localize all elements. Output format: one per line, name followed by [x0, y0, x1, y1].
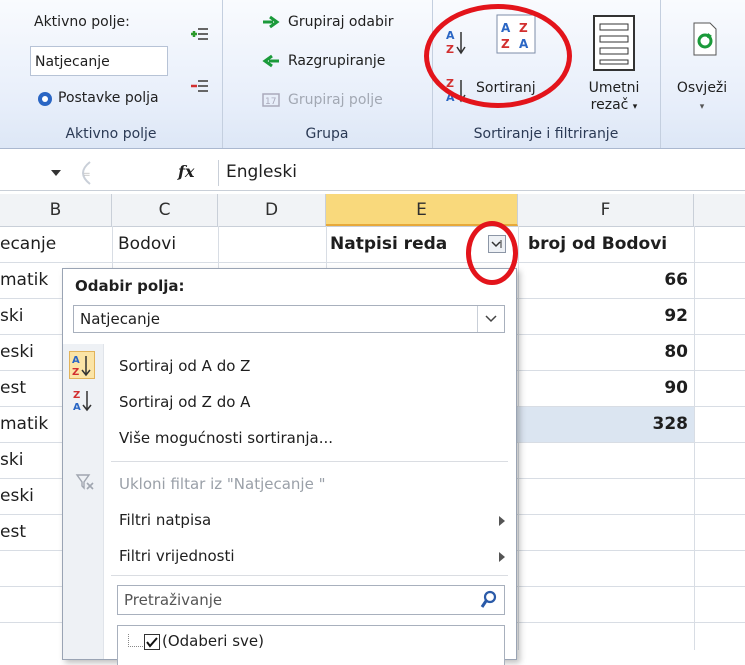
- pivot-value-cell[interactable]: 90: [520, 370, 688, 406]
- fx-icon[interactable]: fx: [178, 162, 194, 181]
- field-settings-button[interactable]: Postavke polja: [58, 90, 159, 106]
- value-filters-menu-item[interactable]: Filtri vrijednosti: [119, 547, 235, 565]
- field-settings-icon[interactable]: [36, 90, 54, 112]
- chevron-down-icon[interactable]: [477, 306, 504, 332]
- cell-b-header[interactable]: ecanje: [0, 226, 56, 262]
- sort-az-menu-item[interactable]: Sortiraj od A do Z: [119, 357, 250, 375]
- group-selection-button[interactable]: Grupiraj odabir: [288, 14, 394, 30]
- field-selection-title: Odabir polja:: [75, 277, 185, 295]
- pivot-sum-header[interactable]: broj od Bodovi: [528, 226, 667, 262]
- refresh-label: Osvježi: [676, 80, 728, 96]
- sort-za-icon: ZA: [71, 387, 95, 417]
- filter-dropdown-panel: Odabir polja: Natjecanje AZ Sortiraj od …: [62, 268, 517, 665]
- svg-text:Z: Z: [72, 367, 79, 378]
- column-header-b[interactable]: B: [0, 194, 112, 226]
- search-input[interactable]: Pretraživanje: [117, 585, 505, 615]
- field-select-value: Natjecanje: [80, 310, 161, 328]
- svg-text:Z: Z: [73, 390, 80, 401]
- arrow-left-icon: [262, 53, 280, 73]
- sort-filter-group-label: Sortiranje i filtriranje: [473, 126, 619, 142]
- column-header-d[interactable]: D: [218, 194, 326, 226]
- select-all-label[interactable]: (Odaberi sve): [162, 632, 264, 650]
- group-field-icon: 17: [262, 92, 280, 112]
- active-field-label: Aktivno polje:: [34, 14, 130, 30]
- pivot-value-cell[interactable]: 66: [520, 262, 688, 298]
- pivot-value-cell[interactable]: 80: [520, 334, 688, 370]
- column-header-f[interactable]: F: [518, 194, 694, 226]
- active-field-input[interactable]: Natjecanje: [30, 46, 168, 76]
- expand-field-icon[interactable]: [190, 26, 210, 48]
- column-header-g[interactable]: [694, 194, 745, 226]
- insert-slicer-label-2: rezač: [590, 97, 629, 113]
- refresh-icon[interactable]: [692, 22, 718, 60]
- cancel-formula-icon: =: [72, 160, 94, 190]
- refresh-button[interactable]: Osvježi ▾: [666, 80, 738, 116]
- formula-bar: = fx Engleski: [0, 156, 745, 191]
- select-all-checkbox[interactable]: [144, 634, 160, 650]
- cell-b[interactable]: eski: [0, 478, 62, 514]
- value-list: (Odaberi sve): [117, 625, 505, 665]
- clear-filter-icon: [75, 473, 95, 495]
- sort-az-icon: AZ: [69, 351, 95, 379]
- clear-filter-menu-item: Ukloni filtar iz "Natjecanje ": [119, 475, 326, 493]
- pivot-row-labels-header[interactable]: Natpisi reda: [330, 226, 486, 262]
- menu-separator: [111, 461, 508, 462]
- cell-b[interactable]: matik: [0, 406, 62, 442]
- refresh-group: Osvježi ▾: [660, 0, 745, 148]
- more-sort-options-menu-item[interactable]: Više mogućnosti sortiranja...: [119, 429, 333, 447]
- svg-text:=: =: [83, 170, 91, 180]
- active-field-group: Aktivno polje: Natjecanje Postavke polja…: [0, 0, 223, 148]
- formula-buttons: = fx: [68, 160, 219, 186]
- column-headers: B C D E F: [0, 194, 745, 227]
- pivot-grand-total-cell[interactable]: 328: [520, 406, 689, 442]
- chevron-down-icon: ▾: [699, 102, 705, 112]
- svg-text:A: A: [72, 355, 80, 366]
- insert-slicer-label-1: Umetni: [588, 80, 640, 96]
- field-select[interactable]: Natjecanje: [73, 305, 505, 333]
- search-placeholder: Pretraživanje: [124, 591, 223, 609]
- cell-b[interactable]: est: [0, 370, 62, 406]
- cell-b[interactable]: matik: [0, 262, 62, 298]
- formula-value[interactable]: Engleski: [226, 162, 297, 182]
- submenu-arrow-icon: [499, 552, 505, 562]
- ungroup-button[interactable]: Razgrupiranje: [288, 53, 385, 69]
- svg-text:A: A: [73, 402, 81, 413]
- search-icon[interactable]: [480, 590, 498, 614]
- label-filters-menu-item[interactable]: Filtri natpisa: [119, 511, 211, 529]
- chevron-down-icon: ▾: [632, 102, 638, 112]
- collapse-field-icon[interactable]: [190, 78, 210, 100]
- ribbon: Aktivno polje: Natjecanje Postavke polja…: [0, 0, 745, 149]
- highlight-circle-sort: [424, 4, 572, 108]
- cell-b[interactable]: ski: [0, 442, 62, 478]
- svg-text:17: 17: [265, 97, 276, 107]
- pivot-value-cell[interactable]: 92: [520, 298, 688, 334]
- cell-b[interactable]: est: [0, 514, 62, 550]
- menu-separator: [111, 575, 508, 576]
- column-header-c[interactable]: C: [112, 194, 218, 226]
- insert-slicer-button[interactable]: Umetni rezač ▾: [584, 80, 644, 116]
- sort-za-menu-item[interactable]: Sortiraj od Z do A: [119, 393, 250, 411]
- cell-b[interactable]: eski: [0, 334, 62, 370]
- submenu-arrow-icon: [499, 516, 505, 526]
- cell-b[interactable]: ski: [0, 298, 62, 334]
- group-group: Grupiraj odabir Razgrupiranje 17 Grupira…: [222, 0, 433, 148]
- arrow-right-icon: [262, 14, 280, 34]
- namebox-dropdown-icon[interactable]: [50, 166, 62, 182]
- slicer-icon[interactable]: [592, 14, 636, 76]
- group-field-button: Grupiraj polje: [288, 92, 383, 108]
- highlight-circle-filter: [466, 221, 518, 285]
- active-field-group-label: Aktivno polje: [65, 126, 157, 142]
- group-group-label: Grupa: [305, 126, 349, 142]
- cell-c-header[interactable]: Bodovi: [118, 226, 176, 262]
